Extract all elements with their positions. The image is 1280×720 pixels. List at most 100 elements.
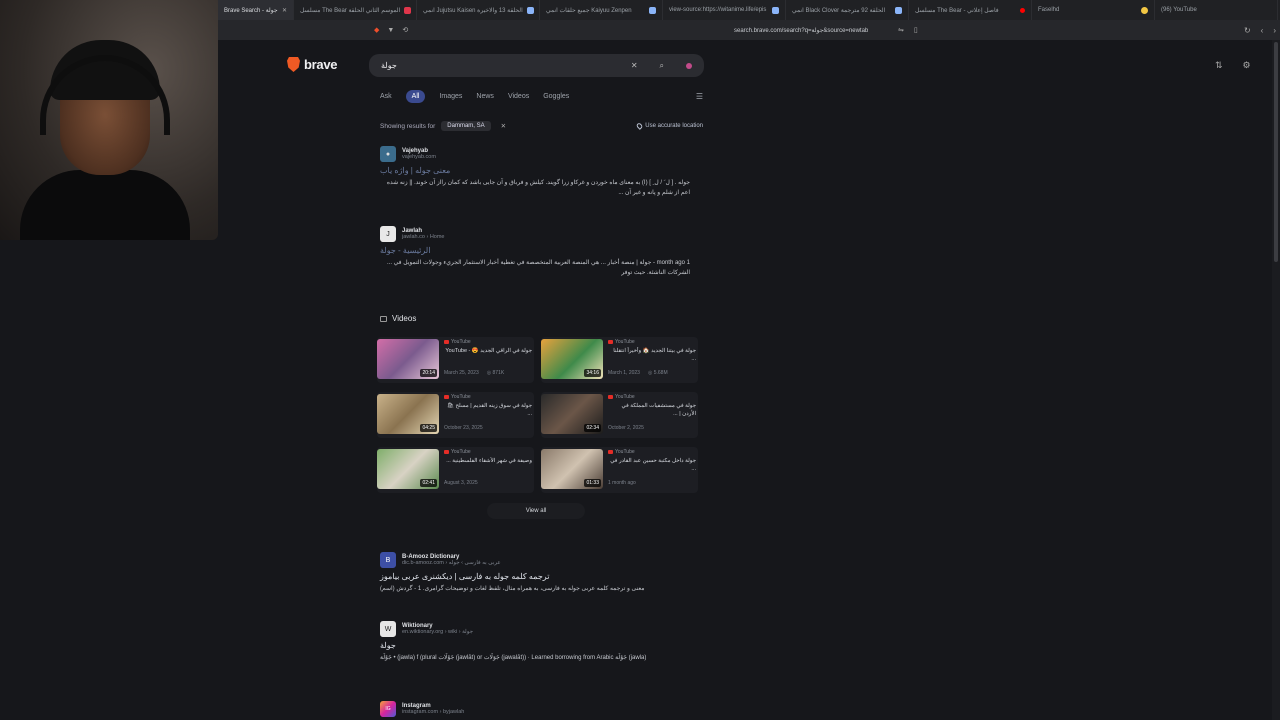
tab-black-clover[interactable]: انمي Black Clover الحلقة 92 مترجمة xyxy=(786,0,909,20)
video-thumbnail[interactable]: 02:34 xyxy=(541,394,603,434)
result-source: Wiktionary en.wiktionary.org › wiki › جو… xyxy=(402,623,473,635)
video-date: March 1, 2023 xyxy=(608,370,640,376)
result-source: B-Amooz Dictionary dic.b-amooz.com › عرب… xyxy=(402,554,501,566)
location-chip[interactable]: Dammam, SA xyxy=(441,121,491,131)
video-duration: 34:16 xyxy=(584,369,601,377)
video-source-label: YouTube xyxy=(615,449,635,455)
clear-icon[interactable]: ✕ xyxy=(631,61,638,70)
scrollbar-thumb[interactable] xyxy=(1274,42,1278,262)
video-views-value: 871K xyxy=(492,370,505,376)
result-header[interactable]: ● Vajehyab vajehyab.com xyxy=(380,146,690,162)
brave-shields-icon[interactable]: ◆ xyxy=(374,26,379,34)
result-header[interactable]: J Jawlah jawlah.co › Home xyxy=(380,226,690,242)
search-result: IG Instagram instagram.com › byjawlah xyxy=(380,701,690,717)
tab-view-source[interactable]: view-source:https://witanime.life/epis xyxy=(663,0,786,20)
video-source-label: YouTube xyxy=(451,449,471,455)
video-title[interactable]: جولة داخل مكتبة حسين عبد القادر في ... xyxy=(608,457,696,475)
webcam-overlay xyxy=(0,0,218,240)
page-scrollbar[interactable] xyxy=(1272,40,1280,720)
video-card[interactable]: 02:34 YouTube جولة في مستشفيات المملكة ف… xyxy=(541,392,698,438)
close-icon[interactable]: ✕ xyxy=(501,122,506,130)
tab-news[interactable]: News xyxy=(476,93,494,100)
video-title[interactable]: وصيفة في شهر الأشقاء الفلسطينية ... xyxy=(444,457,532,475)
forward-icon[interactable]: › xyxy=(1273,26,1276,35)
video-title[interactable]: جولة في سوق زينه القديم | مسلح 🛍 ... xyxy=(444,402,532,420)
rewards-icon[interactable]: ▼ xyxy=(387,27,394,34)
video-card[interactable]: 04:25 YouTube جولة في سوق زينه القديم | … xyxy=(377,392,534,438)
result-source: Vajehyab vajehyab.com xyxy=(402,148,436,160)
video-source-label: YouTube xyxy=(451,394,471,400)
video-views: ◎ 5.68M xyxy=(647,370,668,376)
tab-title: (96) YouTube xyxy=(1161,7,1197,13)
result-snippet: 1 month ago - جولة | منصة أخبار ... هي ا… xyxy=(387,260,690,276)
url-field[interactable]: search.brave.com/search?q=جولة&source=ne… xyxy=(734,27,868,34)
brave-wordmark: brave xyxy=(304,57,338,72)
search-result: W Wiktionary en.wiktionary.org › wiki › … xyxy=(380,621,690,663)
tab-videos[interactable]: Videos xyxy=(508,93,529,100)
video-thumbnail[interactable]: 20:14 xyxy=(377,339,439,379)
youtube-icon xyxy=(444,450,449,454)
video-title[interactable]: جولة في بيتنا الجديد 🏠 وأخيراً انتقلنا .… xyxy=(608,347,696,365)
result-url: dic.b-amooz.com › عربی به فارسی › جوله xyxy=(402,560,501,566)
tab-goggles[interactable]: Goggles xyxy=(543,93,569,100)
video-date: March 25, 2023 xyxy=(444,370,479,376)
tab-title: جميع حلقات انمي Kaiyuu Zenpen xyxy=(546,7,632,14)
video-thumbnail[interactable]: 01:33 xyxy=(541,449,603,489)
tab-youtube[interactable]: (96) YouTube xyxy=(1155,0,1278,20)
video-card[interactable]: 02:41 YouTube وصيفة في شهر الأشقاء الفلس… xyxy=(377,447,534,493)
result-header[interactable]: W Wiktionary en.wiktionary.org › wiki › … xyxy=(380,621,690,637)
filter-settings-icon[interactable]: ☰ xyxy=(696,92,703,101)
video-source-label: YouTube xyxy=(615,339,635,345)
video-card[interactable]: 34:16 YouTube جولة في بيتنا الجديد 🏠 وأخ… xyxy=(541,337,698,383)
tab-jujutsu[interactable]: انمي Jujutsu Kaisen الحلقة 13 والاخيرة xyxy=(417,0,540,20)
tab-images[interactable]: Images xyxy=(439,93,462,100)
result-header[interactable]: IG Instagram instagram.com › byjawlah xyxy=(380,701,690,717)
bookmark-add-icon[interactable]: ⟲ xyxy=(402,26,408,34)
leo-ai-icon[interactable] xyxy=(686,62,692,69)
result-title[interactable]: معنی جوله | واژه یاب xyxy=(380,166,690,175)
tab-faselhd[interactable]: Faselhd xyxy=(1032,0,1155,20)
search-input[interactable]: جولة ✕ ⌕ xyxy=(369,54,704,77)
video-thumbnail[interactable]: 02:41 xyxy=(377,449,439,489)
video-duration: 02:41 xyxy=(420,479,437,487)
bookmark-icon[interactable]: ▯ xyxy=(914,26,918,34)
video-date: October 23, 2025 xyxy=(444,425,483,431)
share-icon[interactable]: ⇋ xyxy=(898,26,904,34)
video-thumbnail[interactable]: 34:16 xyxy=(541,339,603,379)
reload-icon[interactable]: ↻ xyxy=(1244,26,1251,35)
result-header[interactable]: B B-Amooz Dictionary dic.b-amooz.com › ع… xyxy=(380,552,690,568)
tab-ask[interactable]: Ask xyxy=(380,93,392,100)
video-title[interactable]: جولة في مستشفيات المملكة في الأردن | ... xyxy=(608,402,697,420)
result-title[interactable]: الرئيسية - جولة xyxy=(380,246,690,255)
video-title[interactable]: جولة في الراقي الجديد 😍 - YouTube xyxy=(444,347,532,365)
tab-all[interactable]: All xyxy=(405,89,426,103)
result-title[interactable]: جولة xyxy=(380,641,690,650)
tab-the-bear-s2[interactable]: مسلسل The Bear الموسم الثاني الحلقة xyxy=(294,0,417,20)
tab-favicon-icon xyxy=(772,6,779,14)
tab-favicon-icon xyxy=(649,6,656,14)
use-accurate-location-button[interactable]: Use accurate location xyxy=(635,122,703,130)
use-accurate-location-label: Use accurate location xyxy=(645,123,703,129)
video-source-label: YouTube xyxy=(615,394,635,400)
video-card[interactable]: 20:14 YouTube جولة في الراقي الجديد 😍 - … xyxy=(377,337,534,383)
tab-title: انمي Jujutsu Kaisen الحلقة 13 والاخيرة xyxy=(423,7,523,14)
search-result: ● Vajehyab vajehyab.com معنی جوله | واژه… xyxy=(380,146,690,198)
tab-the-bear-ad[interactable]: مسلسل The Bear - فاصل إعلاني xyxy=(909,0,1032,20)
video-source: YouTube xyxy=(444,394,471,400)
sort-icon[interactable]: ⇅ xyxy=(1215,60,1223,71)
close-icon[interactable]: ✕ xyxy=(282,7,287,14)
video-card[interactable]: 01:33 YouTube جولة داخل مكتبة حسين عبد ا… xyxy=(541,447,698,493)
tab-brave-search[interactable]: Brave Search - جولة ✕ xyxy=(218,0,294,20)
brave-logo[interactable]: brave xyxy=(287,57,338,72)
video-thumbnail[interactable]: 04:25 xyxy=(377,394,439,434)
view-all-videos-button[interactable]: View all xyxy=(487,503,585,519)
youtube-icon xyxy=(608,395,613,399)
search-filters: Ask All Images News Videos Goggles ☰ xyxy=(380,88,703,104)
brave-lion-icon xyxy=(287,57,300,72)
result-title[interactable]: ترجمه کلمه جوله به فارسی | دیکشنری عربی … xyxy=(380,572,690,581)
back-icon[interactable]: ‹ xyxy=(1261,26,1264,35)
gear-icon[interactable]: ⚙ xyxy=(1243,60,1251,71)
tab-kaiyuu[interactable]: جميع حلقات انمي Kaiyuu Zenpen xyxy=(540,0,663,20)
search-icon[interactable]: ⌕ xyxy=(660,61,664,71)
video-icon xyxy=(380,315,387,322)
